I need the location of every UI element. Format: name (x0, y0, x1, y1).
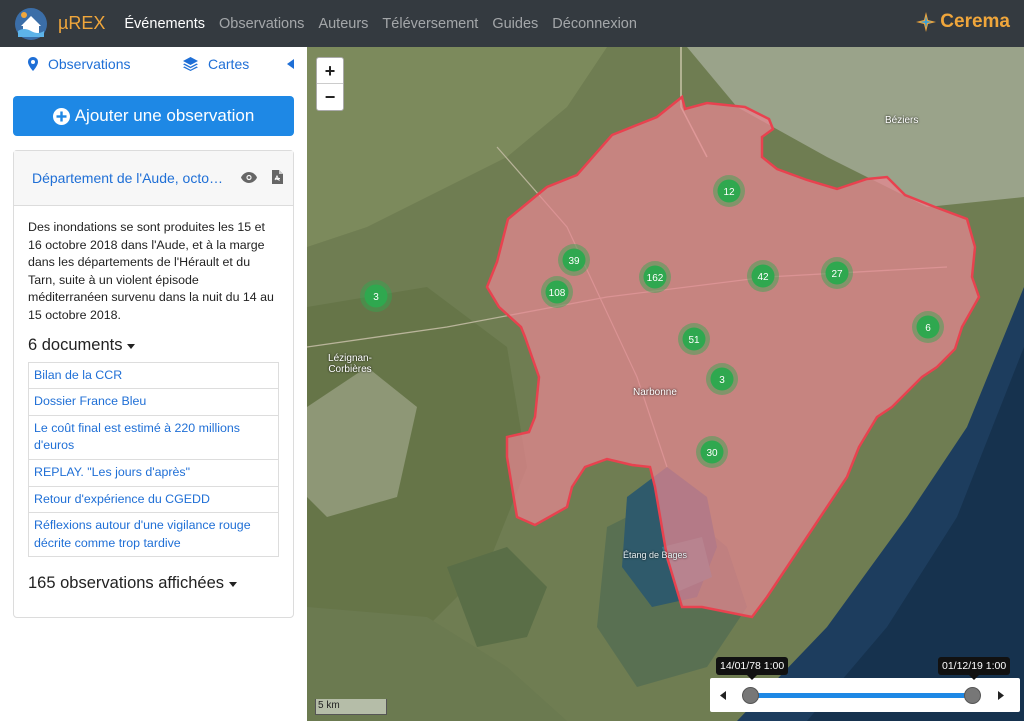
documents-toggle[interactable]: 6 documents (28, 336, 279, 355)
nav-observations[interactable]: Observations (212, 16, 311, 32)
layers-icon (183, 57, 198, 71)
app-name: µREX (58, 13, 106, 33)
event-description: Des inondations se sont produites les 15… (28, 220, 274, 322)
document-link[interactable]: Bilan de la CCR (29, 363, 278, 390)
nav-auteurs[interactable]: Auteurs (311, 16, 375, 32)
timeline-start-handle[interactable] (742, 687, 759, 704)
partner-name: Cerema (940, 11, 1010, 32)
event-title[interactable]: Département de l'Aude, octobre 2018 (32, 170, 227, 186)
tab-observations[interactable]: Observations (28, 56, 130, 72)
observations-count: 165 observations affichées (28, 574, 224, 593)
eye-icon[interactable] (241, 172, 257, 183)
caret-down-icon (127, 343, 136, 349)
add-observation-button[interactable]: Ajouter une observation (13, 96, 294, 136)
collapse-sidebar-icon[interactable] (287, 59, 294, 69)
tab-observations-label: Observations (48, 56, 131, 72)
map-marker-icon (28, 57, 38, 71)
document-link[interactable]: REPLAY. "Les jours d'après" (29, 460, 278, 487)
nav-guides[interactable]: Guides (485, 16, 545, 32)
top-navbar: µREX Événements Observations Auteurs Tél… (0, 0, 1024, 47)
event-card-body: Des inondations se sont produites les 15… (14, 206, 293, 606)
tab-cartes-label: Cartes (208, 56, 250, 72)
timeline-start-tooltip: 14/01/78 1:00 (716, 657, 789, 680)
caret-down-icon (229, 582, 237, 588)
zoom-out-button[interactable]: − (317, 84, 343, 110)
place-label: Étang de Bages (623, 550, 688, 560)
timeline-prev-icon[interactable] (720, 691, 726, 700)
urex-logo-icon (15, 7, 47, 40)
place-label: Narbonne (633, 387, 677, 398)
map-view[interactable]: Béziers Lézignan-Corbières Narbonne Étan… (307, 47, 1024, 721)
observations-toggle[interactable]: 165 observations affichées (28, 574, 279, 593)
place-label: Lézignan-Corbières (328, 353, 372, 375)
document-link[interactable]: Dossier France Bleu (29, 389, 278, 416)
time-range-slider: 14/01/78 1:00 01/12/19 1:00 (710, 657, 1020, 712)
timeline-selected-range (750, 693, 973, 698)
sidebar-subnav: Observations Cartes (0, 47, 307, 83)
tab-cartes[interactable]: Cartes (183, 56, 249, 72)
scale-label: 5 km (318, 700, 340, 711)
zoom-control: + − (316, 57, 344, 111)
map-scale: 5 km (315, 699, 387, 715)
timeline-end-handle[interactable] (964, 687, 981, 704)
pdf-file-icon[interactable] (272, 170, 283, 184)
add-observation-label: Ajouter une observation (74, 106, 255, 125)
documents-list: Bilan de la CCR Dossier France Bleu Le c… (28, 361, 279, 558)
documents-count: 6 documents (28, 335, 123, 354)
timeline-next-icon[interactable] (998, 691, 1004, 700)
sidebar: Observations Cartes Ajouter une observat… (0, 47, 307, 721)
plus-circle-icon (52, 107, 70, 125)
place-label: Béziers (885, 115, 919, 126)
cerema-logo[interactable]: Cerema (915, 11, 1010, 33)
timeline-end-tooltip: 01/12/19 1:00 (938, 657, 1011, 680)
document-link[interactable]: Le coût final est estimé à 220 millions … (29, 416, 278, 460)
zoom-in-button[interactable]: + (317, 58, 343, 84)
cerema-emblem-icon (916, 12, 937, 32)
nav-televersement[interactable]: Téléversement (375, 16, 485, 32)
document-link[interactable]: Réflexions autour d'une vigilance rouge … (29, 513, 278, 556)
document-link[interactable]: Retour d'expérience du CGEDD (29, 487, 278, 514)
nav-evenements[interactable]: Événements (117, 16, 212, 32)
satellite-basemap (307, 47, 1024, 721)
nav-deconnexion[interactable]: Déconnexion (545, 16, 644, 32)
event-card: Département de l'Aude, octobre 2018 Des … (13, 150, 294, 618)
brand[interactable]: µREX (14, 7, 117, 41)
event-card-header: Département de l'Aude, octobre 2018 (14, 151, 293, 206)
